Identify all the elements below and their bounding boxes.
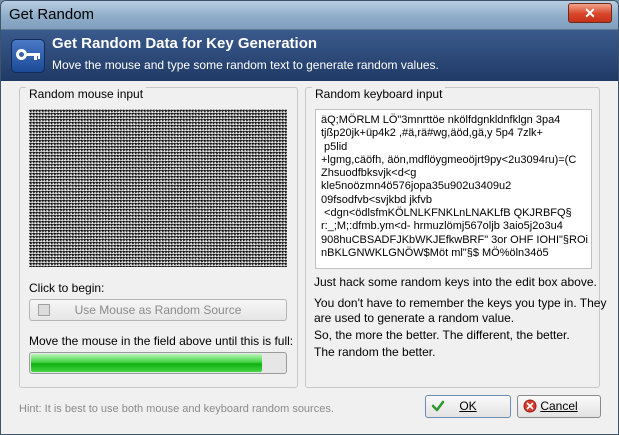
use-mouse-button-label: Use Mouse as Random Source — [74, 303, 242, 317]
mouse-noise-area[interactable] — [29, 109, 287, 267]
close-icon: ✕ — [584, 5, 596, 21]
group-label-keyboard: Random keyboard input — [312, 87, 446, 101]
info-line-1: Just hack some random keys into the edit… — [314, 275, 597, 289]
header-banner: Get Random Data for Key Generation Move … — [1, 30, 618, 81]
title-bar: Get Random ✕ — [1, 1, 618, 30]
cancel-button[interactable]: Cancel — [517, 395, 601, 418]
hint-text: Hint: It is best to use both mouse and k… — [19, 403, 334, 415]
random-keyboard-input-group: Random keyboard input äQ;MÖRLM LÖ"3mnrtt… — [305, 87, 606, 388]
group-label-mouse: Random mouse input — [26, 87, 147, 101]
dialog-window: Get Random ✕ Get Random Data for Key Gen… — [0, 0, 619, 435]
ok-button[interactable]: OK — [425, 395, 511, 418]
mouse-progress-bar — [29, 352, 287, 374]
window-title: Get Random — [9, 6, 95, 23]
progress-label: Move the mouse in the field above until … — [29, 334, 294, 348]
random-mouse-input-group: Random mouse input Click to begin: Use M… — [19, 87, 298, 388]
key-icon — [11, 39, 45, 73]
info-line-3: are used to generate a random value. — [314, 311, 515, 325]
info-line-4: So, the more the better. The different, … — [314, 328, 570, 342]
info-line-5: The random the better. — [314, 345, 436, 359]
close-button[interactable]: ✕ — [568, 3, 612, 23]
ok-button-label: OK — [459, 399, 477, 413]
keyboard-input-text: äQ;MÖRLM LÖ"3mnrttöe nkölfdgnkldnfklgn 3… — [321, 114, 588, 259]
info-line-2: You don't have to remember the keys you … — [314, 296, 607, 310]
cancel-button-label: Cancel — [540, 399, 578, 413]
click-to-begin-label: Click to begin: — [29, 281, 105, 295]
header-title: Get Random Data for Key Generation — [52, 35, 318, 52]
use-mouse-button[interactable]: Use Mouse as Random Source — [29, 299, 287, 321]
keyboard-input-field[interactable]: äQ;MÖRLM LÖ"3mnrttöe nkölfdgnkldnfklgn 3… — [315, 109, 592, 269]
header-subtitle: Move the mouse and type some random text… — [52, 58, 439, 72]
progress-fill — [31, 354, 263, 372]
